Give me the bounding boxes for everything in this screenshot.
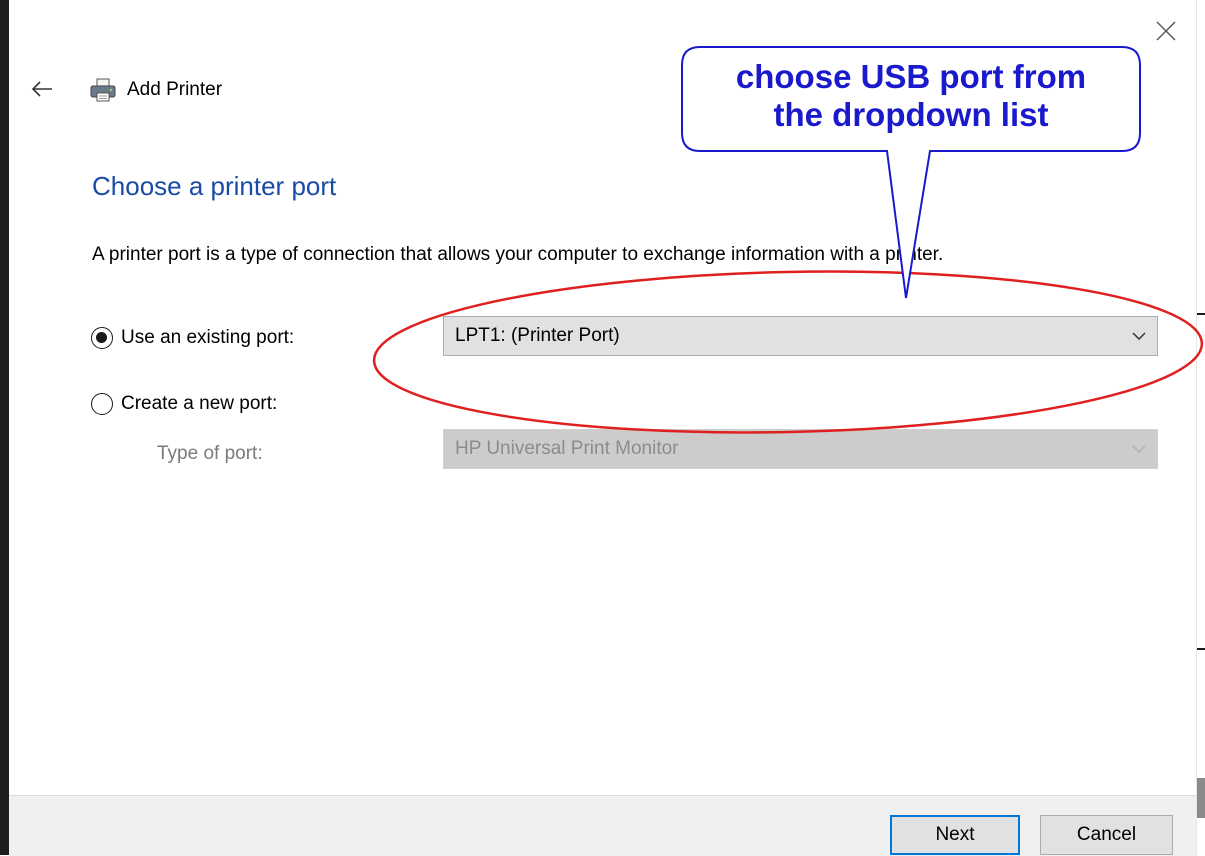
- new-port-label[interactable]: Create a new port:: [121, 393, 277, 415]
- new-port-radio[interactable]: [91, 393, 113, 415]
- chevron-down-icon: [1132, 445, 1146, 454]
- annotation-line-2: the dropdown list: [773, 96, 1049, 133]
- port-type-label: Type of port:: [157, 443, 263, 464]
- background-window-divider: [1197, 313, 1205, 315]
- window-title: Add Printer: [127, 79, 223, 100]
- back-arrow-icon[interactable]: [30, 79, 54, 99]
- existing-port-label[interactable]: Use an existing port:: [121, 327, 294, 349]
- printer-icon: [90, 78, 116, 102]
- next-button[interactable]: Next: [890, 815, 1020, 855]
- port-type-value: HP Universal Print Monitor: [455, 438, 679, 459]
- cancel-button[interactable]: Cancel: [1040, 815, 1173, 855]
- annotation-callout-text: choose USB port from the dropdown list: [686, 58, 1136, 134]
- background-window-edge: [1196, 0, 1205, 855]
- chevron-down-icon: [1132, 332, 1146, 341]
- window-left-edge: [0, 0, 9, 855]
- existing-port-dropdown[interactable]: LPT1: (Printer Port): [443, 316, 1158, 356]
- page-description: A printer port is a type of connection t…: [92, 244, 944, 265]
- close-icon[interactable]: [1153, 18, 1179, 44]
- page-title: Choose a printer port: [92, 171, 337, 201]
- annotation-line-1: choose USB port from: [735, 58, 1087, 95]
- existing-port-value: LPT1: (Printer Port): [455, 325, 620, 346]
- existing-port-radio[interactable]: [91, 327, 113, 349]
- background-window-scrollbar: [1197, 778, 1205, 818]
- port-type-dropdown: HP Universal Print Monitor: [443, 429, 1158, 469]
- background-window-divider: [1197, 648, 1205, 650]
